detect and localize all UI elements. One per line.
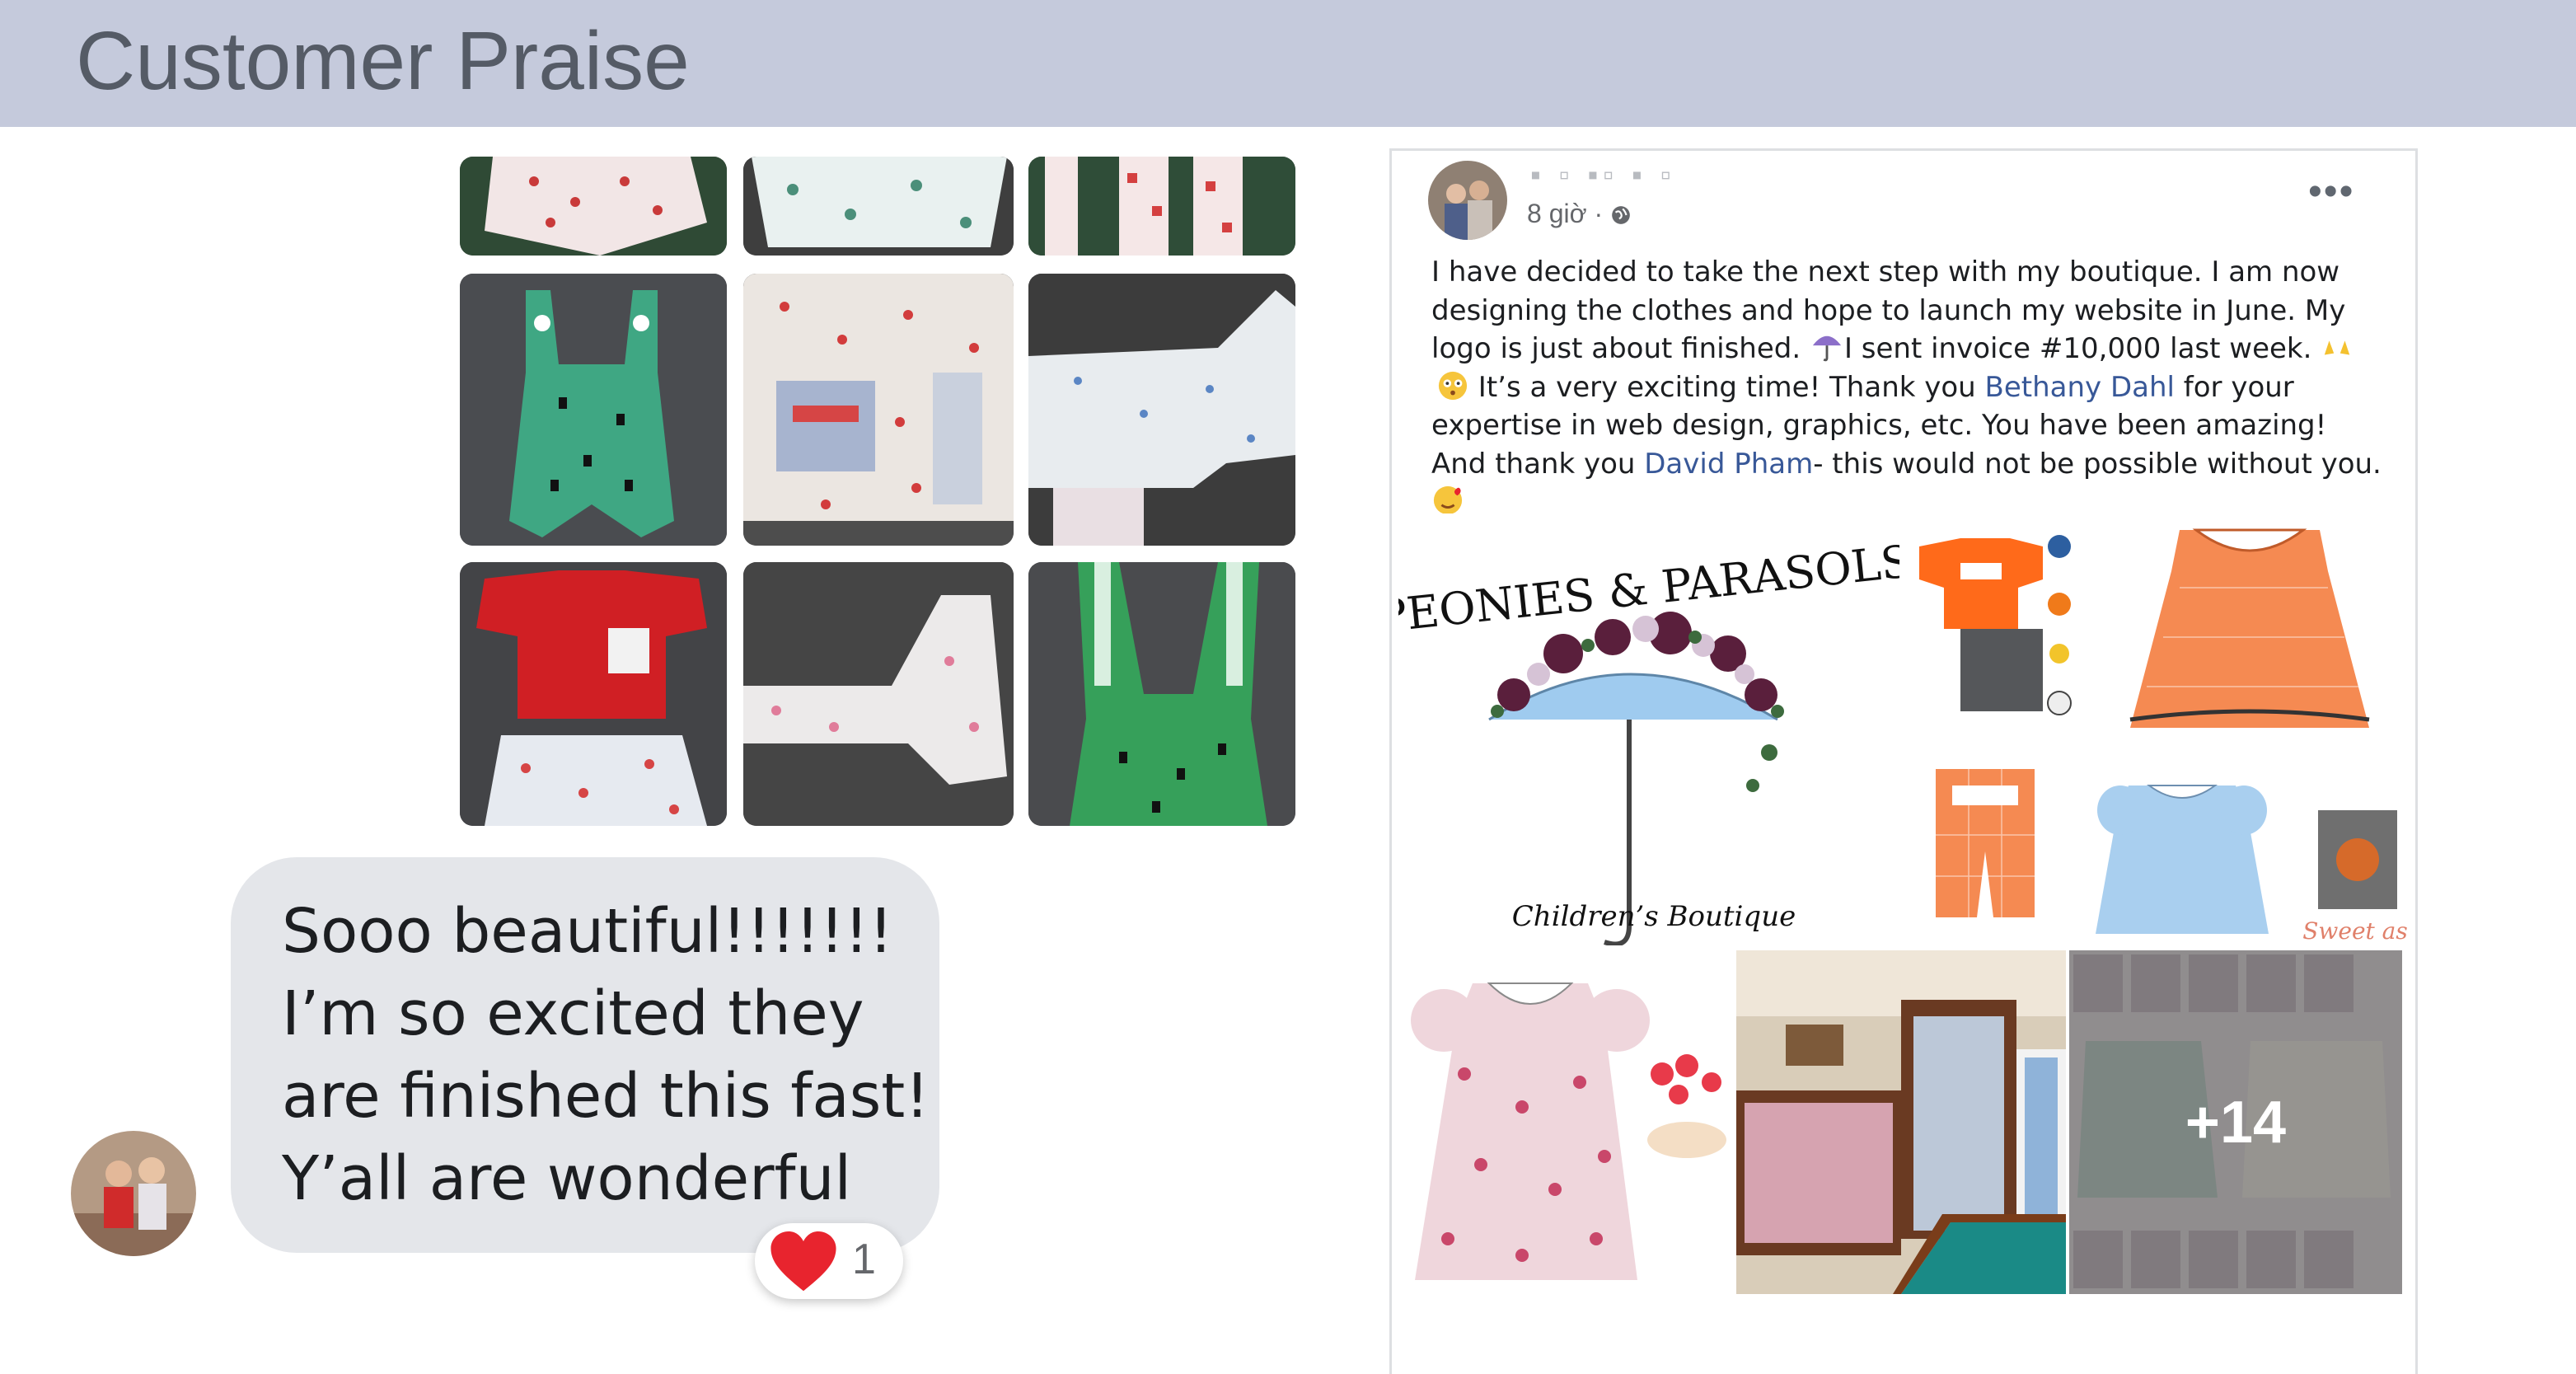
post-image-more[interactable]: +14 <box>2069 950 2402 1294</box>
comment-text-line: Sooo beautiful!!!!!!! <box>282 896 893 967</box>
post-image-product[interactable]: Sweet as <box>2071 753 2414 945</box>
post-image-product[interactable] <box>1903 753 2066 945</box>
page-title: Customer Praise <box>76 15 690 107</box>
header-bar: Customer Praise <box>0 0 2576 127</box>
photo-thumb[interactable] <box>743 274 1014 546</box>
sweet-as-text: Sweet as <box>2302 917 2408 945</box>
more-photos-count: +14 <box>2185 1089 2287 1156</box>
reaction-count: 1 <box>852 1236 876 1283</box>
post-image-logo[interactable]: PEONIES & PARASOLS Children’s Boutique <box>1398 513 1899 945</box>
globe-icon <box>1612 206 1630 224</box>
post-timestamp[interactable]: 8 giờ · <box>1527 199 1632 229</box>
umbrella-emoji-icon <box>1812 335 1842 362</box>
reaction-badge[interactable]: 1 <box>755 1223 903 1299</box>
photo-grid <box>460 157 1295 826</box>
comment-text-line: I’m so excited they <box>282 978 864 1049</box>
post-image-product[interactable] <box>1903 513 2077 746</box>
photo-thumb[interactable] <box>460 562 727 826</box>
mention-link[interactable]: David Pham <box>1644 448 1813 481</box>
photo-thumb[interactable] <box>743 157 1014 256</box>
more-options-icon[interactable]: ••• <box>2308 169 2354 214</box>
commenter-avatar[interactable] <box>71 1131 196 1256</box>
photo-thumb[interactable] <box>1028 274 1295 546</box>
flushed-face-emoji-icon <box>1438 371 1468 400</box>
comment-bubble[interactable]: Sooo beautiful!!!!!!! I’m so excited the… <box>231 857 939 1253</box>
post-image-product[interactable] <box>1398 950 1731 1294</box>
comment-text-line: are finished this fast! <box>282 1061 930 1132</box>
mention-link[interactable]: Bethany Dahl <box>1985 371 2175 404</box>
photo-thumb[interactable] <box>1028 157 1295 256</box>
poster-avatar[interactable] <box>1428 161 1507 240</box>
post-image-product[interactable] <box>2081 513 2414 746</box>
post-image-store[interactable] <box>1736 950 2066 1294</box>
photo-thumb[interactable] <box>1028 562 1295 826</box>
photo-thumb[interactable] <box>743 562 1014 826</box>
raised-hands-emoji-icon <box>2325 340 2350 355</box>
photo-thumb[interactable] <box>460 274 727 546</box>
facebook-post: ▪ ▫ ▪▫ ▪ ▫ 8 giờ · ••• I have decided to… <box>1389 148 2418 1374</box>
smiling-face-hearts-emoji-icon <box>1433 485 1463 515</box>
post-body: I have decided to take the next step wit… <box>1431 253 2387 522</box>
poster-name-blurred[interactable]: ▪ ▫ ▪▫ ▪ ▫ <box>1530 157 1676 192</box>
comment-text-line: Y’all are wonderful <box>282 1143 852 1214</box>
photo-thumb[interactable] <box>460 157 727 256</box>
logo-subtitle-text: Children’s Boutique <box>1512 900 1796 933</box>
heart-icon <box>770 1231 836 1292</box>
